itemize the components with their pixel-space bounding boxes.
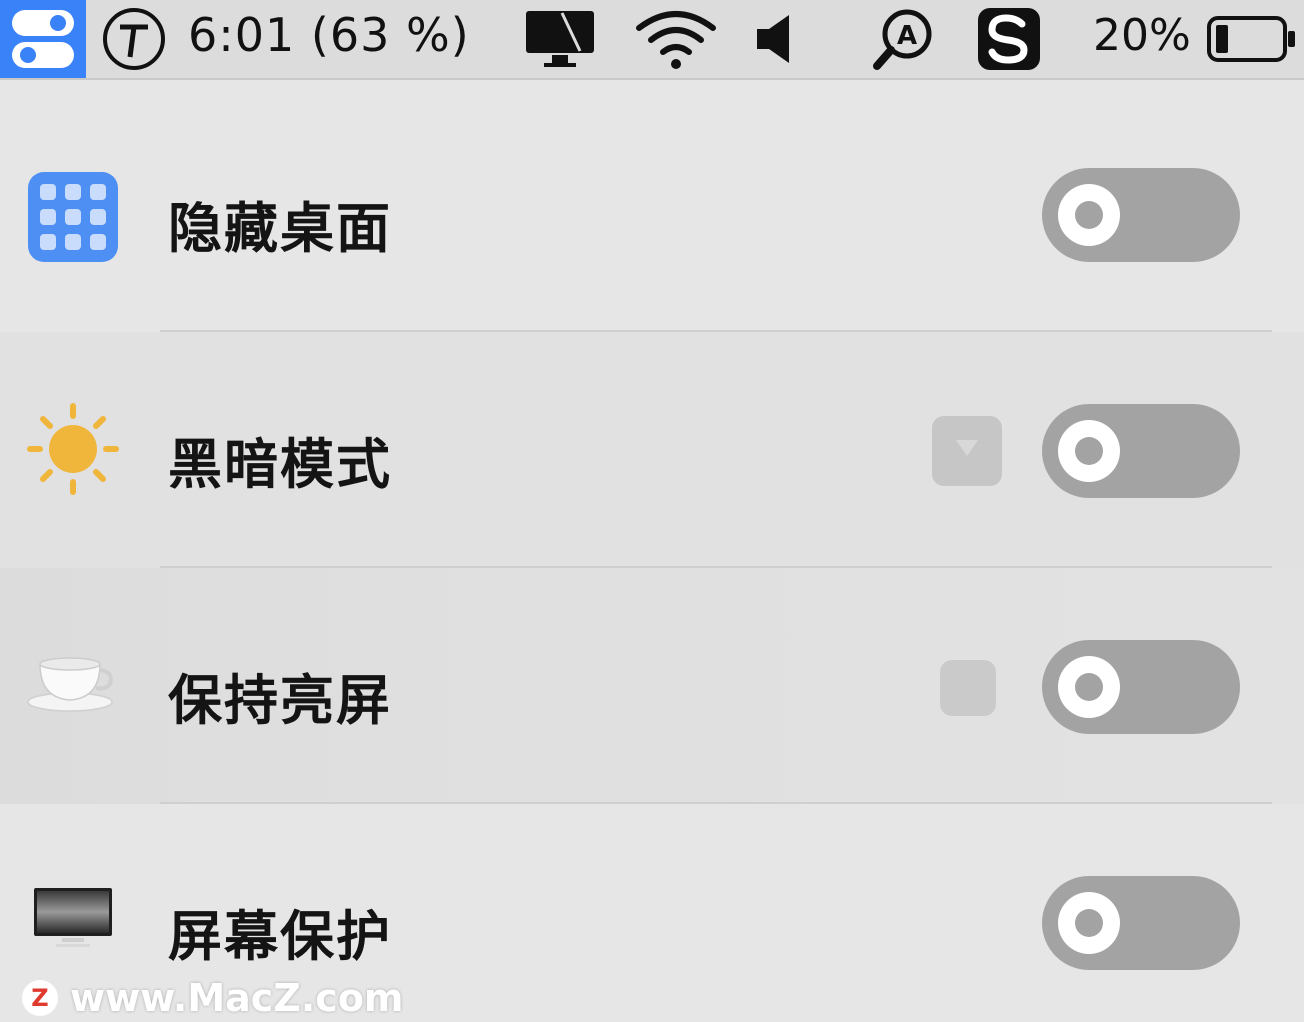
toggle-knob <box>1058 184 1120 246</box>
row-label-keep-awake: 保持亮屏 <box>168 669 392 732</box>
speaker-icon[interactable] <box>748 0 798 78</box>
timer-t-icon[interactable] <box>98 0 170 78</box>
spotlight-a-icon[interactable]: A <box>868 0 940 78</box>
svg-text:A: A <box>897 21 917 51</box>
dark-mode-options-button[interactable] <box>932 416 1002 486</box>
watermark: Z www.MacZ.com <box>22 976 404 1020</box>
keep-awake-toggle[interactable] <box>1042 640 1240 734</box>
toggles-app-icon[interactable] <box>0 0 86 78</box>
sun-icon <box>26 402 120 496</box>
toggle-knob <box>1058 420 1120 482</box>
display-icon[interactable] <box>520 0 600 78</box>
battery-percent[interactable]: 20% <box>1093 10 1191 61</box>
battery-icon[interactable] <box>1204 0 1300 78</box>
monitor-icon <box>26 884 120 964</box>
menu-bar: 6:01 (63 %) A 20% <box>0 0 1304 80</box>
s-app-icon[interactable] <box>974 0 1044 78</box>
desktop-grid-icon <box>26 170 120 264</box>
dark-mode-toggle[interactable] <box>1042 404 1240 498</box>
watermark-text: www.MacZ.com <box>70 976 404 1020</box>
row-hide-desktop: 隐藏桌面 <box>0 96 1304 332</box>
row-keep-awake: 保持亮屏 <box>0 568 1304 804</box>
time-display[interactable]: 6:01 (63 %) <box>188 8 470 62</box>
hide-desktop-toggle[interactable] <box>1042 168 1240 262</box>
screen-saver-toggle[interactable] <box>1042 876 1240 970</box>
row-label-dark-mode: 黑暗模式 <box>168 433 392 496</box>
coffee-cup-icon <box>26 640 120 734</box>
wifi-icon[interactable] <box>630 0 722 78</box>
keep-awake-options-button[interactable] <box>940 660 996 716</box>
macz-logo-icon: Z <box>22 980 58 1016</box>
row-label-hide-desktop: 隐藏桌面 <box>168 197 392 260</box>
row-dark-mode: 黑暗模式 <box>0 332 1304 568</box>
row-label-screen-saver: 屏幕保护 <box>168 905 392 968</box>
toggle-knob <box>1058 656 1120 718</box>
toggle-knob <box>1058 892 1120 954</box>
